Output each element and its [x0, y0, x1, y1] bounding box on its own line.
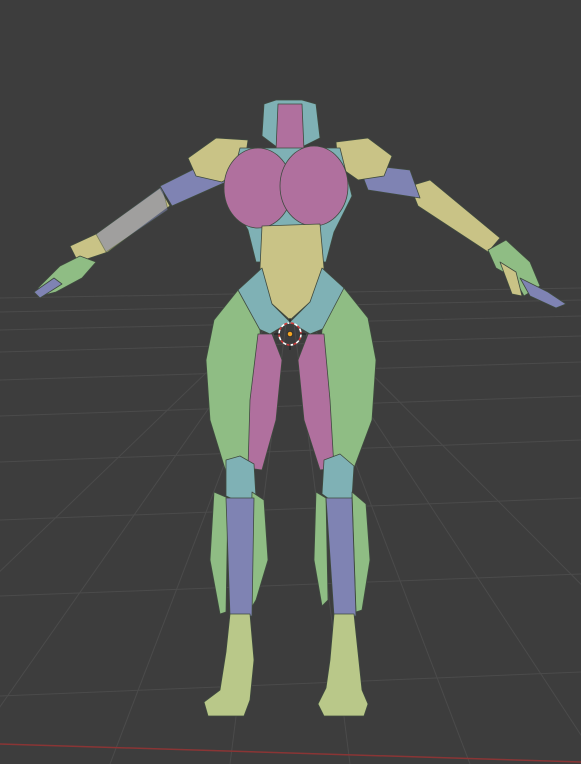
chest-right[interactable]: [279, 145, 349, 227]
left-foot[interactable]: [203, 613, 255, 717]
left-forearm-band[interactable]: [95, 185, 169, 253]
x-axis-line: [0, 743, 581, 763]
right-calf-inner[interactable]: [313, 491, 329, 607]
floor-grid: [0, 287, 581, 764]
right-foot[interactable]: [317, 613, 369, 717]
object-origin-dot: [287, 331, 293, 337]
3d-viewport[interactable]: [0, 0, 581, 764]
viewport-canvas[interactable]: [0, 0, 581, 764]
left-calf-outer[interactable]: [209, 491, 229, 615]
right-knee[interactable]: [321, 453, 355, 505]
character-model[interactable]: [33, 99, 567, 717]
right-forearm[interactable]: [409, 179, 501, 253]
left-knee[interactable]: [225, 455, 257, 505]
left-shin[interactable]: [225, 497, 255, 617]
right-shin[interactable]: [325, 497, 357, 617]
